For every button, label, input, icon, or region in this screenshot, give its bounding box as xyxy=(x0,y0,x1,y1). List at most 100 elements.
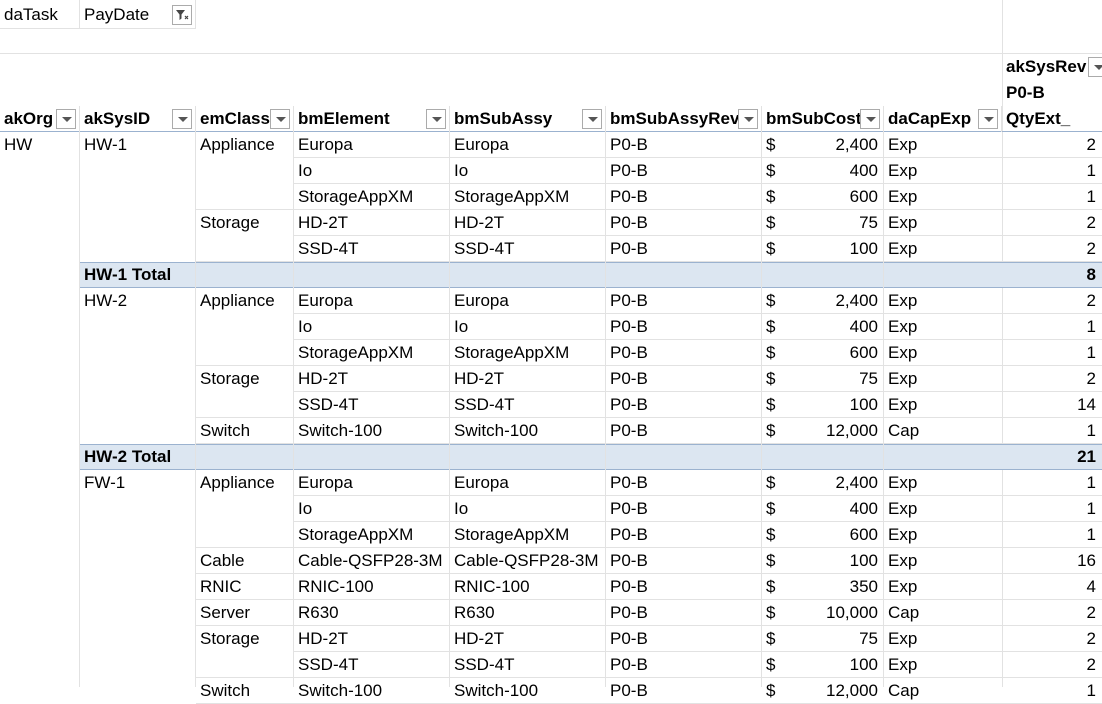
grid-line xyxy=(605,132,606,687)
grid-line xyxy=(195,132,196,687)
table-cell-capexp: Cap xyxy=(888,421,920,440)
table-cell-cost: 12,000 xyxy=(826,421,878,440)
table-cell-qty: 4 xyxy=(1086,577,1096,596)
table-cell-el: Switch-100 xyxy=(298,681,383,700)
table-cell-el: HD-2T xyxy=(298,369,349,388)
table-cell-qty: 2 xyxy=(1086,291,1096,310)
table-cell-sub: Europa xyxy=(454,291,509,310)
table-cell-sub: HD-2T xyxy=(454,369,505,388)
grid-line xyxy=(0,53,1102,54)
table-cell-rev: P0-B xyxy=(610,499,648,518)
table-cell-rev: P0-B xyxy=(610,135,648,154)
dropdown-aksysid[interactable] xyxy=(172,109,192,129)
table-cell-org: HW xyxy=(4,135,33,154)
column-field-value: P0-B xyxy=(1006,83,1045,102)
table-cell-sys: HW-2 xyxy=(84,291,128,310)
dropdown-bmelement[interactable] xyxy=(426,109,446,129)
table-cell-cost: 600 xyxy=(849,525,878,544)
table-cell-cls: Storage xyxy=(200,629,260,648)
table-cell-cls: Appliance xyxy=(200,473,275,492)
table-cell-qty: 2 xyxy=(1086,135,1096,154)
table-cell-el: Io xyxy=(298,317,313,336)
table-cell-cost: 10,000 xyxy=(826,603,878,622)
table-cell-capexp: Exp xyxy=(888,343,918,362)
table-cell-cls: Switch xyxy=(200,421,251,440)
table-cell-cost: 2,400 xyxy=(835,291,878,310)
grid-line xyxy=(79,106,80,132)
column-field-label: akSysRev xyxy=(1006,57,1087,76)
chevron-down-icon xyxy=(866,117,876,122)
value-field-header: QtyExt_ xyxy=(1006,109,1071,128)
table-cell-cls: RNIC xyxy=(200,577,242,596)
table-cell-capexp: Exp xyxy=(888,369,918,388)
table-cell-capexp: Exp xyxy=(888,187,918,206)
table-cell-el: R630 xyxy=(298,603,339,622)
chevron-down-icon xyxy=(1094,65,1102,70)
grid-line xyxy=(761,132,762,687)
table-cell-qty: 1 xyxy=(1086,161,1096,180)
table-cell-el: StorageAppXM xyxy=(298,187,414,206)
chevron-down-icon xyxy=(744,117,754,122)
table-cell-cost: 12,000 xyxy=(826,681,878,700)
column-field-dropdown[interactable] xyxy=(1088,57,1102,77)
table-cell-rev: P0-B xyxy=(610,577,648,596)
table-cell-qty: 1 xyxy=(1086,421,1096,440)
table-cell-rev: P0-B xyxy=(610,343,648,362)
table-cell-cost: 400 xyxy=(849,161,878,180)
table-cell-rev: P0-B xyxy=(610,629,648,648)
table-cell-el: Io xyxy=(298,499,313,518)
table-cell-cost: 600 xyxy=(849,187,878,206)
dropdown-akorg[interactable] xyxy=(56,109,76,129)
table-cell-cls: Switch xyxy=(200,681,251,700)
dropdown-bmsubcost[interactable] xyxy=(860,109,880,129)
table-cell-rev: P0-B xyxy=(610,317,648,336)
grid-line xyxy=(0,28,196,29)
filter-label-datask: daTask xyxy=(4,5,58,24)
table-cell-cost: 2,400 xyxy=(835,473,878,492)
table-cell-cost: 100 xyxy=(849,551,878,570)
table-cell-el: Cable-QSFP28-3M xyxy=(298,551,443,570)
grid-line xyxy=(883,106,884,132)
filter-dropdown-paydate[interactable] xyxy=(172,5,192,25)
table-cell-qty: 1 xyxy=(1086,499,1096,518)
table-cell-rev: P0-B xyxy=(610,395,648,414)
table-cell-capexp: Exp xyxy=(888,395,918,414)
table-cell-qty: 16 xyxy=(1077,551,1096,570)
table-cell-sub: HD-2T xyxy=(454,213,505,232)
dropdown-bmsubassy[interactable] xyxy=(582,109,602,129)
grid-line xyxy=(79,0,80,28)
table-cell-rev: P0-B xyxy=(610,551,648,570)
dropdown-dacapexp[interactable] xyxy=(978,109,998,129)
table-cell-cost: 400 xyxy=(849,499,878,518)
table-cell-el: StorageAppXM xyxy=(298,525,414,544)
table-cell-rev: P0-B xyxy=(610,681,648,700)
table-cell-qty: 2 xyxy=(1086,655,1096,674)
table-cell-rev: P0-B xyxy=(610,525,648,544)
table-cell-cls: Storage xyxy=(200,369,260,388)
grid-line xyxy=(293,132,294,687)
table-cell-el: HD-2T xyxy=(298,629,349,648)
table-cell-sub: Cable-QSFP28-3M xyxy=(454,551,599,570)
table-cell-capexp: Exp xyxy=(888,135,918,154)
grid-line xyxy=(195,106,196,132)
table-cell-sub: Europa xyxy=(454,473,509,492)
table-cell-sub: Switch-100 xyxy=(454,681,539,700)
table-cell-qty: 2 xyxy=(1086,603,1096,622)
table-cell-capexp: Exp xyxy=(888,525,918,544)
table-cell-sub: Io xyxy=(454,317,469,336)
table-cell-rev: P0-B xyxy=(610,187,648,206)
dropdown-emclass[interactable] xyxy=(270,109,290,129)
chevron-down-icon xyxy=(62,117,72,122)
table-cell-el: SSD-4T xyxy=(298,239,359,258)
table-cell-sub: HD-2T xyxy=(454,629,505,648)
table-cell-rev: P0-B xyxy=(610,213,648,232)
dropdown-bmsubassyrev[interactable] xyxy=(738,109,758,129)
table-cell-sub: StorageAppXM xyxy=(454,525,570,544)
chevron-down-icon xyxy=(432,117,442,122)
table-cell-rev: P0-B xyxy=(610,239,648,258)
table-cell-sub: Switch-100 xyxy=(454,421,539,440)
subtotal-label: HW-2 Total xyxy=(84,447,172,466)
grid-line xyxy=(293,106,294,132)
table-cell-el: Europa xyxy=(298,135,353,154)
table-cell-qty: 1 xyxy=(1086,187,1096,206)
